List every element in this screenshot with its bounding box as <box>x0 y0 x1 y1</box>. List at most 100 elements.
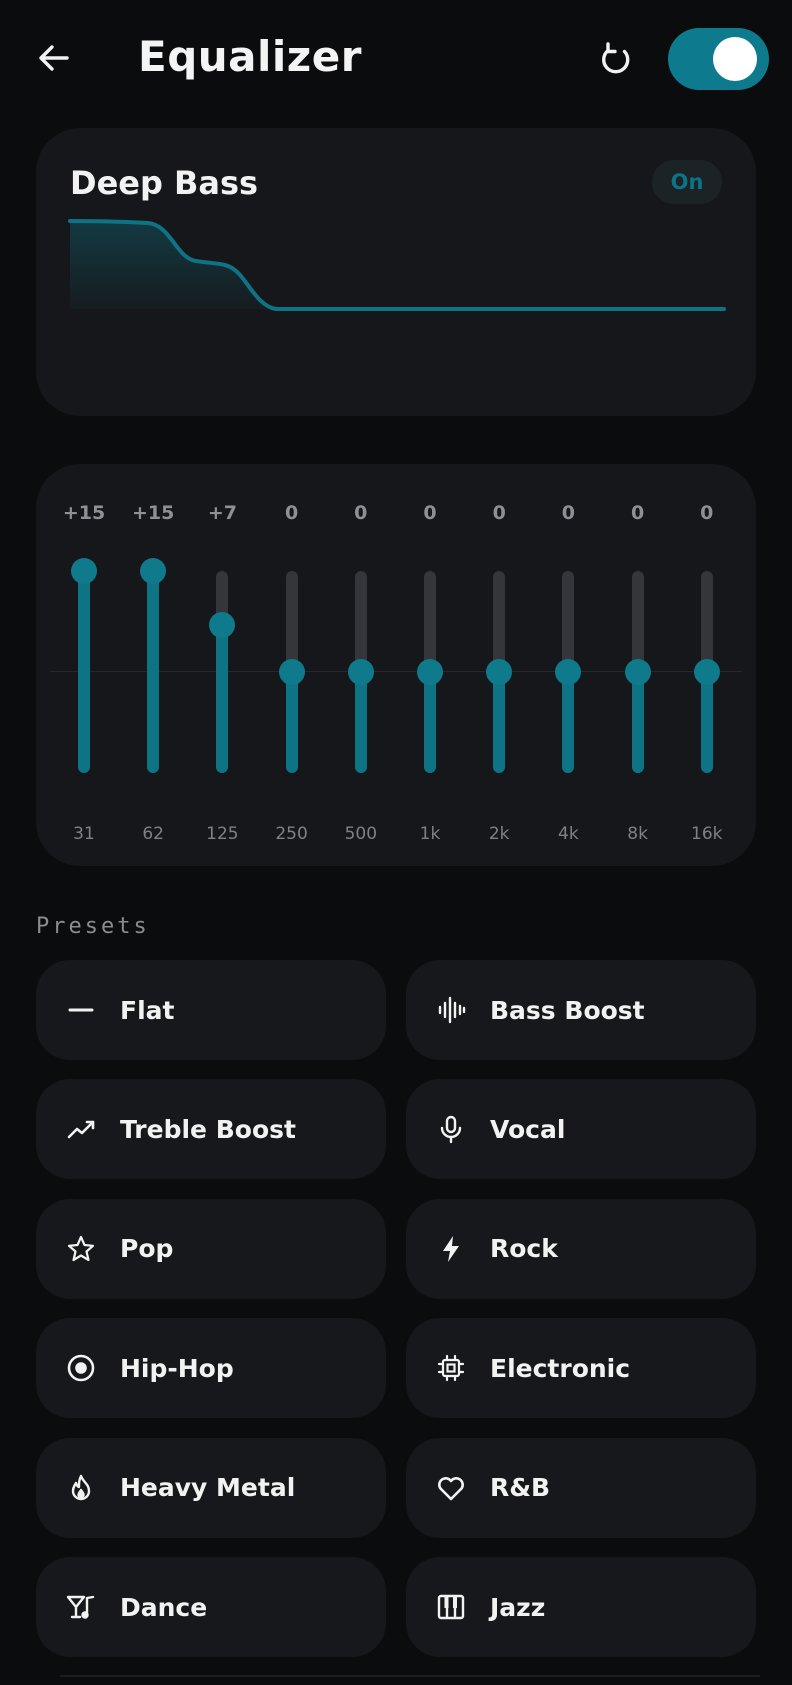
band-column: 0 8k <box>604 464 672 866</box>
preset-label: Rock <box>490 1234 558 1264</box>
band-gain-label: 0 <box>492 502 506 524</box>
band-column: 0 1k <box>396 464 464 866</box>
band-column: 0 2k <box>465 464 533 866</box>
band-slider[interactable] <box>140 558 167 773</box>
band-frequency-label: 2k <box>488 824 510 844</box>
band-gain-label: 0 <box>354 502 368 524</box>
preset-button-electronic[interactable]: Electronic <box>406 1318 756 1419</box>
preset-button-heavy-metal[interactable]: Heavy Metal <box>36 1437 386 1538</box>
piano-icon <box>434 1590 468 1624</box>
band-slider-thumb[interactable] <box>347 659 374 685</box>
page-title: Equalizer <box>138 32 362 81</box>
band-frequency-label: 31 <box>73 824 95 844</box>
band-slider-fill <box>631 672 644 773</box>
preset-button-vocal[interactable]: Vocal <box>406 1079 756 1180</box>
band-slider[interactable] <box>624 571 651 773</box>
band-slider-fill <box>354 672 367 773</box>
band-slider-thumb[interactable] <box>624 659 651 685</box>
band-frequency-label: 8k <box>627 824 648 844</box>
band-frequency-label: 1k <box>419 824 441 844</box>
waveform-icon <box>434 993 468 1027</box>
band-slider[interactable] <box>693 571 720 773</box>
chip-icon <box>434 1351 468 1385</box>
band-gain-label: +7 <box>207 502 237 524</box>
flame-icon <box>64 1471 98 1505</box>
band-gain-label: 0 <box>284 502 299 524</box>
band-slider[interactable] <box>209 571 236 773</box>
presets-section-label: Presets <box>36 914 150 939</box>
arrow-left-icon <box>39 45 69 71</box>
preset-label: Pop <box>120 1234 174 1264</box>
band-gain-label: +15 <box>132 502 175 524</box>
band-slider-thumb[interactable] <box>71 558 97 584</box>
band-frequency-label: 500 <box>344 824 378 844</box>
lightning-icon <box>434 1232 468 1266</box>
preset-label: Bass Boost <box>490 995 645 1025</box>
band-slider-fill <box>216 624 229 773</box>
band-slider[interactable] <box>347 571 374 773</box>
refresh-icon <box>602 42 630 74</box>
vinyl-icon <box>64 1351 98 1385</box>
preset-button-treble-boost[interactable]: Treble Boost <box>36 1079 386 1180</box>
preset-button-r-b[interactable]: R&B <box>406 1437 756 1538</box>
microphone-icon <box>434 1112 468 1146</box>
band-slider[interactable] <box>71 558 97 773</box>
band-sliders-card: +15 31 +15 62 +7 125 0 250 0 500 0 1k 0 2k 0 4k 0 8k 0 16k <box>36 464 756 866</box>
preset-button-bass-boost[interactable]: Bass Boost <box>406 960 756 1060</box>
band-slider-thumb[interactable] <box>209 611 236 638</box>
band-slider-fill <box>285 672 298 773</box>
band-slider-thumb[interactable] <box>278 659 305 685</box>
preset-button-rock[interactable]: Rock <box>406 1198 756 1299</box>
preset-label: Heavy Metal <box>120 1473 296 1503</box>
eq-curve-card: Deep Bass On <box>36 128 756 416</box>
band-gain-label: 0 <box>561 502 575 524</box>
star-icon <box>64 1232 98 1266</box>
band-slider[interactable] <box>486 571 513 773</box>
band-frequency-label: 250 <box>275 824 308 844</box>
band-slider-thumb[interactable] <box>140 558 167 584</box>
band-frequency-label: 62 <box>142 824 164 844</box>
reset-button[interactable] <box>594 38 638 82</box>
preset-label: R&B <box>490 1473 551 1503</box>
band-column: +7 125 <box>188 464 256 866</box>
band-frequency-label: 4k <box>558 824 579 844</box>
band-gain-label: 0 <box>423 502 437 524</box>
band-gain-label: 0 <box>700 502 714 524</box>
app-header: Equalizer <box>0 0 792 118</box>
heart-icon <box>434 1471 468 1505</box>
band-slider-fill <box>147 571 160 773</box>
preset-button-flat[interactable]: Flat <box>36 960 386 1060</box>
band-slider[interactable] <box>278 571 305 773</box>
band-frequency-label: 16k <box>691 824 723 844</box>
band-gain-label: 0 <box>630 502 645 524</box>
band-column: 0 4k <box>534 464 602 866</box>
band-column: 0 500 <box>327 464 395 866</box>
back-button[interactable] <box>34 38 74 78</box>
preset-label: Jazz <box>490 1592 546 1622</box>
band-column: +15 31 <box>50 464 118 866</box>
preset-label: Treble Boost <box>120 1114 296 1144</box>
toggle-knob <box>713 37 757 81</box>
band-column: 0 16k <box>673 464 741 866</box>
band-slider-thumb[interactable] <box>555 659 582 685</box>
band-slider[interactable] <box>555 571 582 773</box>
band-column: 0 250 <box>258 464 326 866</box>
band-slider[interactable] <box>417 571 443 773</box>
bottom-divider <box>60 1675 760 1677</box>
dash-icon <box>64 993 98 1027</box>
cocktail-music-icon <box>64 1590 98 1624</box>
band-slider-thumb[interactable] <box>417 659 443 685</box>
preset-button-dance[interactable]: Dance <box>36 1557 386 1657</box>
band-slider-thumb[interactable] <box>693 659 720 685</box>
preset-button-pop[interactable]: Pop <box>36 1198 386 1299</box>
equalizer-master-toggle[interactable] <box>668 28 769 90</box>
preset-label: Hip-Hop <box>120 1353 234 1383</box>
band-gain-label: +15 <box>62 502 106 524</box>
eq-response-curve <box>68 219 726 311</box>
band-slider-fill <box>424 672 436 773</box>
band-slider-thumb[interactable] <box>486 659 513 685</box>
preset-button-hip-hop[interactable]: Hip-Hop <box>36 1318 386 1419</box>
band-slider-fill <box>78 571 90 773</box>
trending-up-icon <box>64 1112 98 1146</box>
preset-button-jazz[interactable]: Jazz <box>406 1557 756 1657</box>
